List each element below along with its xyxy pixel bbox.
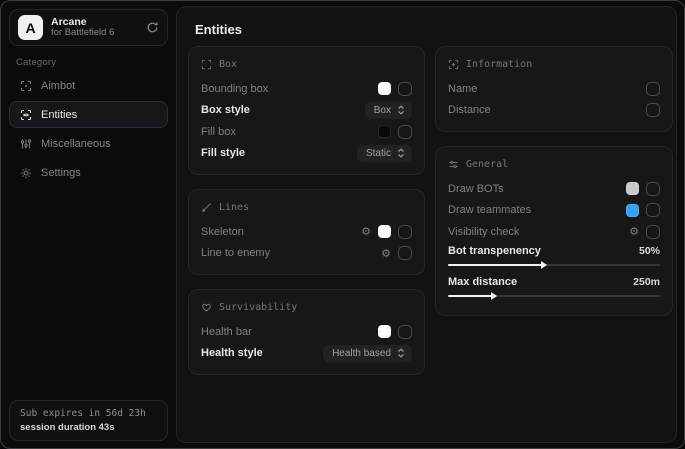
setting-row-fill-style: Fill style Static [201, 143, 412, 165]
chevron-up-down-icon [397, 148, 405, 158]
card-title: Lines [219, 202, 249, 213]
sidebar-item-entities[interactable]: Entities [9, 101, 168, 128]
color-swatch[interactable] [378, 325, 391, 338]
general-sliders-icon [448, 159, 459, 170]
pencil-line-icon [201, 202, 212, 213]
fill-style-select[interactable]: Static [357, 145, 412, 162]
app-header-card: A Arcane for Battlefield 6 [9, 9, 168, 46]
box-style-select[interactable]: Box [365, 102, 412, 119]
lines-card: Lines Skeleton ⚙ Line to enemy ⚙ [188, 189, 425, 275]
sidebar-item-label: Miscellaneous [41, 138, 111, 150]
session-duration-text: session duration 43s [20, 422, 157, 433]
left-column: Box Bounding box Box style Box [188, 46, 425, 389]
card-title: Information [466, 59, 532, 70]
right-column: Information Name Distance [435, 46, 673, 330]
slider-thumb[interactable] [541, 261, 547, 269]
sub-expiry-text: Sub expires in 56d 23h [20, 408, 157, 419]
info-scan-icon [448, 59, 459, 70]
slider-value: 250m [633, 276, 660, 288]
color-swatch[interactable] [378, 82, 391, 95]
slider-thumb[interactable] [491, 292, 497, 300]
slider-value: 50% [639, 245, 660, 257]
gear-icon[interactable]: ⚙ [381, 248, 391, 259]
card-title: General [466, 159, 508, 170]
max-distance-slider[interactable] [448, 292, 660, 300]
sidebar-item-aimbot[interactable]: Aimbot [9, 72, 168, 99]
skeleton-checkbox[interactable] [398, 225, 412, 239]
distance-checkbox[interactable] [646, 103, 660, 117]
sidebar-item-miscellaneous[interactable]: Miscellaneous [9, 130, 168, 157]
setting-row-name: Name [448, 78, 660, 100]
setting-row-bot-transparency: Bot transpenency 50% [448, 243, 660, 260]
sidebar: A Arcane for Battlefield 6 Category [1, 1, 176, 448]
line-to-enemy-checkbox[interactable] [398, 246, 412, 260]
entities-icon [19, 109, 32, 121]
sidebar-nav: Aimbot Entities [9, 72, 168, 188]
sidebar-item-label: Settings [41, 167, 81, 179]
bounding-box-checkbox[interactable] [398, 82, 412, 96]
draw-bots-checkbox[interactable] [646, 182, 660, 196]
setting-row-bounding-box: Bounding box [201, 78, 412, 100]
app-subtitle: for Battlefield 6 [51, 28, 138, 39]
card-title: Box [219, 59, 237, 70]
main-panel: Entities Box Bounding box [176, 6, 677, 443]
heart-icon [201, 302, 212, 313]
sidebar-item-label: Aimbot [41, 80, 75, 92]
setting-row-visibility-check: Visibility check ⚙ [448, 221, 660, 243]
category-label: Category [16, 57, 56, 68]
setting-row-max-distance: Max distance 250m [448, 274, 660, 291]
sync-icon[interactable] [146, 21, 159, 34]
gear-icon[interactable]: ⚙ [629, 226, 639, 237]
subscription-card: Sub expires in 56d 23h session duration … [9, 400, 168, 441]
general-card: General Draw BOTs Draw teammates [435, 146, 673, 316]
chevron-up-down-icon [397, 105, 405, 115]
setting-row-distance: Distance [448, 100, 660, 122]
sliders-icon [19, 138, 32, 150]
setting-row-health-style: Health style Health based [201, 343, 412, 365]
card-title: Survivability [219, 302, 297, 313]
app-window: A Arcane for Battlefield 6 Category [0, 0, 685, 449]
bot-transparency-slider[interactable] [448, 261, 660, 269]
color-swatch[interactable] [626, 182, 639, 195]
gear-icon [19, 167, 32, 179]
visibility-check-checkbox[interactable] [646, 225, 660, 239]
setting-row-draw-teammates: Draw teammates [448, 200, 660, 222]
chevron-up-down-icon [397, 348, 405, 358]
fill-box-checkbox[interactable] [398, 125, 412, 139]
setting-row-skeleton: Skeleton ⚙ [201, 221, 412, 243]
color-swatch[interactable] [378, 225, 391, 238]
setting-row-draw-bots: Draw BOTs [448, 178, 660, 200]
gear-icon[interactable]: ⚙ [361, 226, 371, 237]
health-bar-checkbox[interactable] [398, 325, 412, 339]
survivability-card: Survivability Health bar Health style He… [188, 289, 425, 375]
setting-row-box-style: Box style Box [201, 100, 412, 122]
setting-row-fill-box: Fill box [201, 121, 412, 143]
name-checkbox[interactable] [646, 82, 660, 96]
color-swatch[interactable] [378, 125, 391, 138]
color-swatch[interactable] [626, 204, 639, 217]
page-title: Entities [195, 22, 242, 37]
sidebar-item-label: Entities [41, 109, 77, 121]
setting-row-health-bar: Health bar [201, 321, 412, 343]
box-icon [201, 59, 212, 70]
app-logo: A [18, 15, 43, 40]
health-style-select[interactable]: Health based [323, 345, 412, 362]
crosshair-icon [19, 80, 32, 92]
box-card: Box Bounding box Box style Box [188, 46, 425, 175]
draw-teammates-checkbox[interactable] [646, 203, 660, 217]
setting-row-line-to-enemy: Line to enemy ⚙ [201, 243, 412, 265]
information-card: Information Name Distance [435, 46, 673, 132]
sidebar-item-settings[interactable]: Settings [9, 159, 168, 186]
